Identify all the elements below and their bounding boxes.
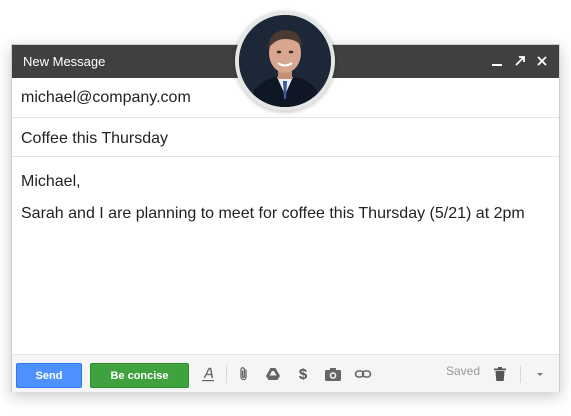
body-greeting: Michael,: [21, 173, 81, 190]
more-options-icon[interactable]: [530, 365, 550, 383]
subject-field[interactable]: Coffee this Thursday: [12, 118, 559, 157]
money-icon[interactable]: $: [293, 365, 313, 383]
expand-icon[interactable]: [511, 52, 529, 70]
camera-icon[interactable]: [323, 365, 343, 383]
trash-icon[interactable]: [490, 365, 510, 383]
compose-title: New Message: [23, 54, 106, 69]
drive-icon[interactable]: [263, 365, 283, 383]
saved-status: Saved: [446, 364, 481, 378]
toolbar-divider: [520, 365, 521, 383]
avatar: [235, 11, 335, 111]
send-button[interactable]: Send: [16, 363, 82, 388]
close-icon[interactable]: [533, 52, 551, 70]
body-text: Sarah and I are planning to meet for cof…: [21, 205, 525, 222]
link-icon[interactable]: [353, 365, 373, 383]
message-body[interactable]: Michael, Sarah and I are planning to mee…: [12, 157, 559, 353]
be-concise-button[interactable]: Be concise: [90, 363, 189, 388]
to-recipient[interactable]: michael@company.com: [21, 89, 191, 107]
svg-text:$: $: [299, 366, 308, 382]
toolbar-divider: [226, 365, 227, 383]
formatting-icon[interactable]: [198, 365, 218, 383]
attach-icon[interactable]: [234, 365, 254, 383]
subject-text[interactable]: Coffee this Thursday: [21, 130, 168, 148]
compose-toolbar: Send Be concise $ Saved: [12, 354, 559, 392]
minimize-icon[interactable]: [488, 52, 506, 70]
